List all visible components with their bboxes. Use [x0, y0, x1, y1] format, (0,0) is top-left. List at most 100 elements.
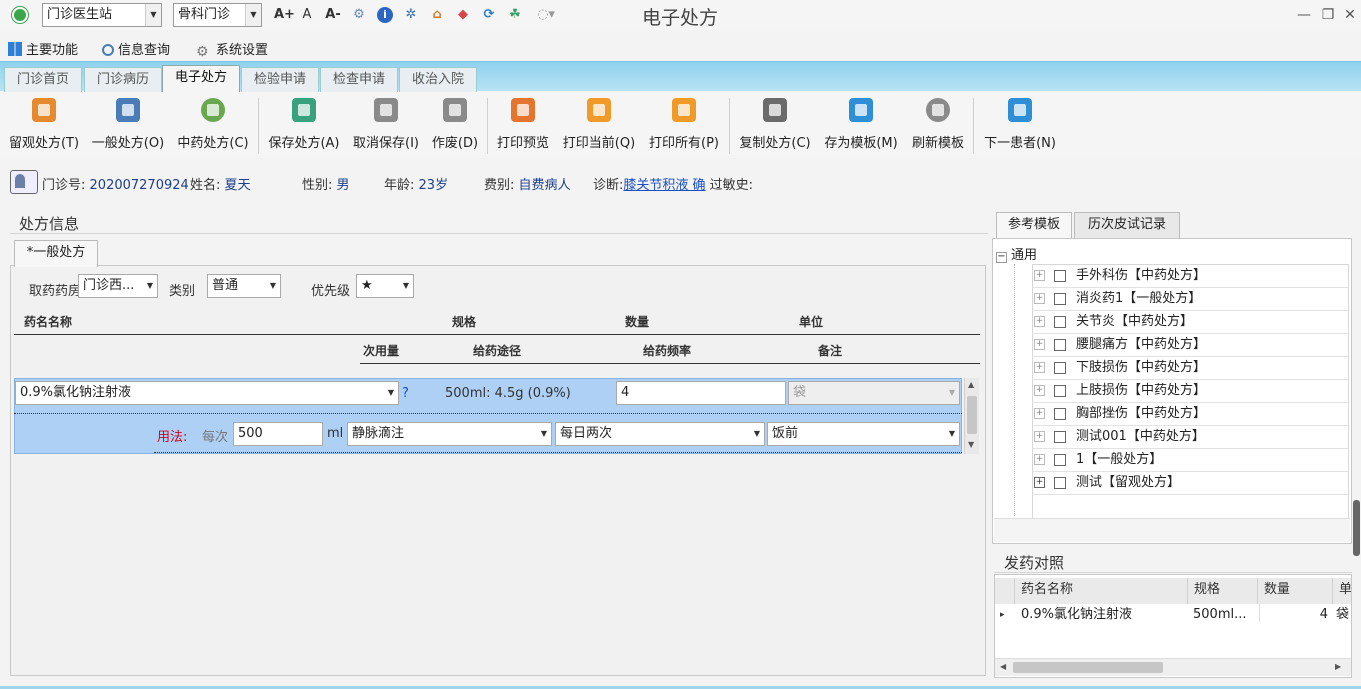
window-scroll-thumb[interactable]	[1353, 500, 1360, 556]
menu-info-query[interactable]: 信息查询	[102, 39, 170, 58]
category-select[interactable]: 普通 ▼	[207, 274, 281, 298]
template-item[interactable]: + 手外科伤【中药处方】	[1032, 265, 1348, 288]
template-item[interactable]: + 测试001【中药处方】	[1032, 426, 1348, 449]
copy-rx-button[interactable]: 复制处方(C)	[736, 98, 814, 158]
frequency-select[interactable]: 每日两次 ▼	[555, 422, 765, 446]
expand-icon[interactable]: +	[1034, 362, 1045, 373]
tab-clinic-home[interactable]: 门诊首页	[4, 67, 82, 92]
expand-icon[interactable]: +	[1034, 408, 1045, 419]
template-checkbox[interactable]	[1054, 431, 1066, 443]
template-checkbox[interactable]	[1054, 385, 1066, 397]
font-reset-icon[interactable]: A	[298, 6, 316, 24]
dispense-hscrollbar[interactable]: ◀ ▶	[995, 658, 1351, 676]
cancel-save-button[interactable]: 取消保存(I)	[350, 98, 422, 158]
template-item[interactable]: + 测试【留观处方】	[1032, 472, 1348, 495]
dispense-title: 发药对照	[1004, 554, 1065, 572]
font-decrease-icon[interactable]: A-	[324, 6, 342, 24]
hscroll-thumb[interactable]	[1013, 662, 1163, 673]
template-item[interactable]: + 上肢损伤【中药处方】	[1032, 380, 1348, 403]
close-icon[interactable]: ✕	[1340, 5, 1360, 25]
window-title: 电子处方	[641, 7, 718, 29]
template-item[interactable]: + 胸部挫伤【中药处方】	[1032, 403, 1348, 426]
template-item[interactable]: + 腰腿痛方【中药处方】	[1032, 334, 1348, 357]
template-checkbox[interactable]	[1054, 362, 1066, 374]
scroll-thumb[interactable]	[967, 396, 977, 434]
template-item[interactable]: + 关节炎【中药处方】	[1032, 311, 1348, 334]
loading-menu-icon[interactable]: ◌▾	[532, 6, 560, 24]
expand-icon[interactable]: +	[1034, 385, 1045, 396]
template-item[interactable]: +1【一般处方】	[1032, 449, 1348, 472]
info-icon[interactable]: i	[376, 6, 394, 24]
template-checkbox[interactable]	[1054, 454, 1066, 466]
rx-scrollbar[interactable]: ▲ ▼	[964, 378, 979, 454]
menu-system-settings[interactable]: ⚙ 系统设置	[196, 39, 268, 59]
print-all-button[interactable]: 打印所有(P)	[645, 98, 723, 158]
template-label: 下肢损伤【中药处方】	[1076, 360, 1207, 375]
note-select[interactable]: 饭前 ▼	[767, 422, 960, 446]
expand-icon[interactable]: +	[1034, 477, 1045, 488]
font-increase-icon[interactable]: A+	[274, 6, 295, 24]
dispense-drug-cell: 0.9%氯化钠注射液	[1021, 607, 1133, 622]
scroll-left-icon[interactable]: ◀	[1000, 662, 1006, 671]
tree-root[interactable]: − 通用	[996, 244, 1037, 263]
pharmacy-select[interactable]: 门诊西... ▼	[78, 274, 158, 298]
tab-skin-test-history[interactable]: 历次皮试记录	[1074, 212, 1180, 238]
group-icon[interactable]: ☘	[506, 6, 524, 24]
restore-icon[interactable]: ❐	[1318, 5, 1338, 25]
collapse-icon[interactable]: −	[996, 252, 1007, 263]
station-select[interactable]: 门诊医生站 ▼	[42, 3, 162, 27]
void-button[interactable]: 作废(D)	[429, 98, 481, 158]
expand-icon[interactable]: +	[1034, 270, 1045, 281]
home-icon[interactable]: ⌂	[428, 6, 446, 24]
general-rx-button[interactable]: 一般处方(O)	[88, 98, 168, 158]
dose-input[interactable]: 500	[233, 422, 323, 446]
template-item[interactable]: + 下肢损伤【中药处方】	[1032, 357, 1348, 380]
scroll-down-icon[interactable]: ▼	[968, 440, 974, 449]
chevron-down-icon: ▼	[402, 281, 410, 290]
sync-icon[interactable]: ⟳	[480, 6, 498, 24]
expand-icon[interactable]: +	[1034, 316, 1045, 327]
template-checkbox[interactable]	[1054, 270, 1066, 282]
expand-icon[interactable]: +	[1034, 454, 1045, 465]
diagnosis-link[interactable]: 膝关节积液 确	[623, 178, 705, 193]
drug-info-question[interactable]: ?	[402, 386, 409, 401]
template-checkbox[interactable]	[1054, 316, 1066, 328]
eraser-icon[interactable]: ◆	[454, 6, 472, 24]
users-icon[interactable]: ⚙	[350, 6, 368, 24]
herbal-rx-button[interactable]: 中药处方(C)	[174, 98, 252, 158]
tab-lab-request[interactable]: 检验申请	[241, 67, 319, 92]
menu-main-functions[interactable]: 主要功能	[8, 39, 78, 58]
chevron-down-icon: ▼	[146, 281, 154, 290]
print-preview-button[interactable]: 打印预览	[494, 98, 552, 158]
tab-clinic-record[interactable]: 门诊病历	[84, 67, 162, 92]
quantity-input[interactable]: 4	[616, 381, 786, 405]
drug-name-input[interactable]: 0.9%氯化钠注射液 ▼	[15, 381, 399, 405]
template-checkbox[interactable]	[1054, 408, 1066, 420]
tab-general-rx[interactable]: *一般处方	[14, 240, 98, 266]
department-select[interactable]: 骨科门诊 ▼	[173, 3, 262, 27]
print-current-button[interactable]: 打印当前(Q)	[559, 98, 639, 158]
minimize-icon[interactable]: —	[1294, 5, 1314, 25]
template-checkbox[interactable]	[1054, 477, 1066, 489]
save-rx-button[interactable]: 保存处方(A)	[265, 98, 343, 158]
template-item[interactable]: + 消炎药1【一般处方】	[1032, 288, 1348, 311]
settings-icon[interactable]: ✲	[402, 6, 420, 24]
template-checkbox[interactable]	[1054, 339, 1066, 351]
template-checkbox[interactable]	[1054, 293, 1066, 305]
expand-icon[interactable]: +	[1034, 339, 1045, 350]
observation-rx-button[interactable]: 留观处方(T)	[6, 98, 82, 158]
tab-exam-request[interactable]: 检查申请	[320, 67, 398, 92]
save-template-button[interactable]: 存为模板(M)	[820, 98, 902, 158]
scroll-right-icon[interactable]: ▶	[1335, 662, 1341, 671]
tab-e-prescription[interactable]: 电子处方	[162, 65, 240, 92]
scroll-up-icon[interactable]: ▲	[968, 380, 974, 389]
next-patient-button[interactable]: 下一患者(N)	[981, 98, 1059, 158]
route-select[interactable]: 静脉滴注 ▼	[347, 422, 552, 446]
expand-icon[interactable]: +	[1034, 431, 1045, 442]
priority-select[interactable]: ★ ▼	[356, 274, 414, 298]
tab-admission[interactable]: 收治入院	[399, 67, 477, 92]
app-logo-icon	[12, 7, 28, 23]
tab-reference-template[interactable]: 参考模板	[996, 212, 1072, 238]
refresh-template-button[interactable]: 刷新模板	[909, 98, 967, 158]
expand-icon[interactable]: +	[1034, 293, 1045, 304]
